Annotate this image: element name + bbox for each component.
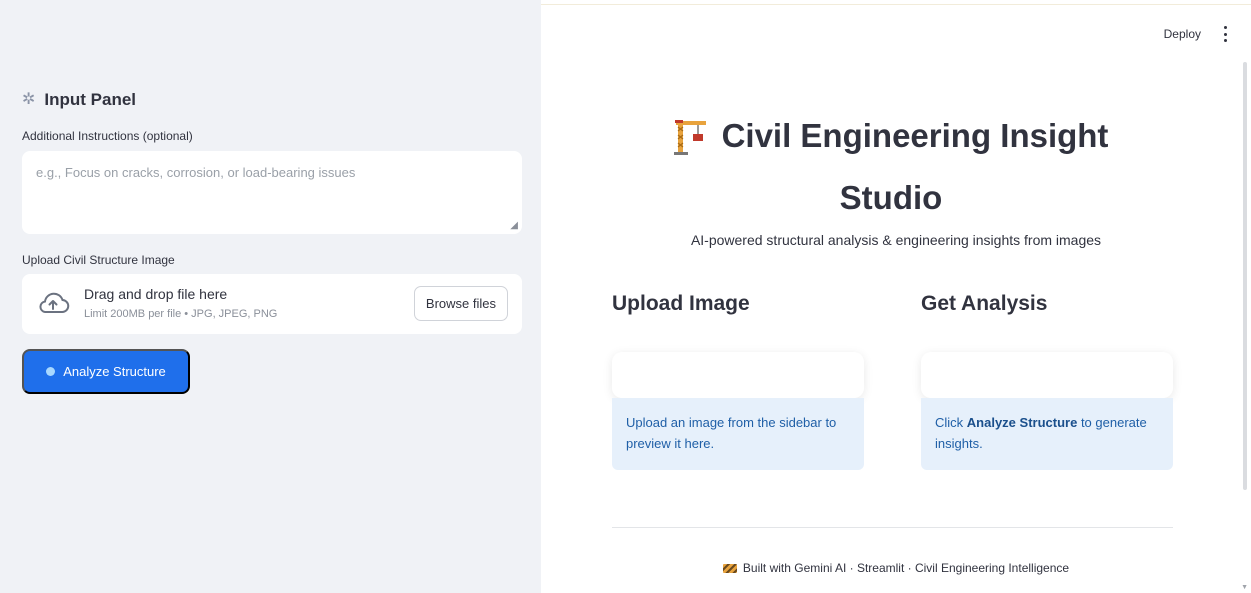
gear-icon: ✲ xyxy=(22,91,36,108)
app-window: ✲ Input Panel Additional Instructions (o… xyxy=(0,0,1251,593)
title-line-1: Civil Engineering Insight xyxy=(721,117,1109,154)
construction-barrier-icon xyxy=(722,564,737,573)
resize-handle-icon[interactable]: ◢ xyxy=(510,221,518,231)
main-content: Deploy ▼ Civil Engineering Insight Studi… xyxy=(541,0,1251,593)
analyze-button-label: Analyze Structure xyxy=(63,364,166,379)
instructions-textarea[interactable]: e.g., Focus on cracks, corrosion, or loa… xyxy=(22,151,522,234)
kebab-menu-icon[interactable] xyxy=(1221,26,1229,42)
input-panel-title: ✲ Input Panel xyxy=(22,90,136,110)
page-title: Civil Engineering Insight Studio xyxy=(641,110,1141,224)
footer-divider xyxy=(612,527,1173,528)
upload-image-heading: Upload Image xyxy=(612,292,750,315)
instructions-placeholder: e.g., Focus on cracks, corrosion, or loa… xyxy=(36,165,356,180)
dropzone-main-text: Drag and drop file here xyxy=(84,286,228,302)
instructions-label: Additional Instructions (optional) xyxy=(22,129,193,143)
upload-image-column: Upload Image Upload an image from the si… xyxy=(612,292,864,470)
analyze-structure-button[interactable]: Analyze Structure xyxy=(22,349,190,394)
get-analysis-column: Get Analysis Click Analyze Structure to … xyxy=(921,292,1173,470)
footer: Built with Gemini AI · Streamlit · Civil… xyxy=(541,561,1251,575)
get-analysis-heading: Get Analysis xyxy=(921,292,1048,315)
analysis-info-prefix: Click xyxy=(935,415,967,430)
cloud-upload-icon xyxy=(39,292,70,313)
upload-preview-card xyxy=(612,352,864,398)
scrollbar[interactable] xyxy=(1243,62,1247,490)
dropzone-limit-text: Limit 200MB per file • JPG, JPEG, PNG xyxy=(84,308,278,320)
input-panel-title-text: Input Panel xyxy=(44,90,137,109)
scroll-down-icon[interactable]: ▼ xyxy=(1241,584,1248,591)
title-line-2: Studio xyxy=(839,179,943,216)
footer-text: Built with Gemini AI · Streamlit · Civil… xyxy=(742,561,1070,575)
file-dropzone[interactable]: Drag and drop file here Limit 200MB per … xyxy=(22,274,522,334)
page-subtitle: AI-powered structural analysis & enginee… xyxy=(690,232,1102,248)
deploy-button[interactable]: Deploy xyxy=(1164,27,1201,41)
search-icon xyxy=(46,367,56,376)
browse-files-button[interactable]: Browse files xyxy=(413,286,508,321)
analysis-info-alert: Click Analyze Structure to generate insi… xyxy=(921,398,1173,470)
upload-label: Upload Civil Structure Image xyxy=(22,253,175,267)
analysis-card xyxy=(921,352,1173,398)
header-divider xyxy=(541,4,1251,5)
construction-crane-icon xyxy=(673,120,706,155)
sidebar: ✲ Input Panel Additional Instructions (o… xyxy=(0,0,541,593)
upload-info-alert: Upload an image from the sidebar to prev… xyxy=(612,398,864,470)
analysis-info-bold: Analyze Structure xyxy=(966,415,1078,430)
